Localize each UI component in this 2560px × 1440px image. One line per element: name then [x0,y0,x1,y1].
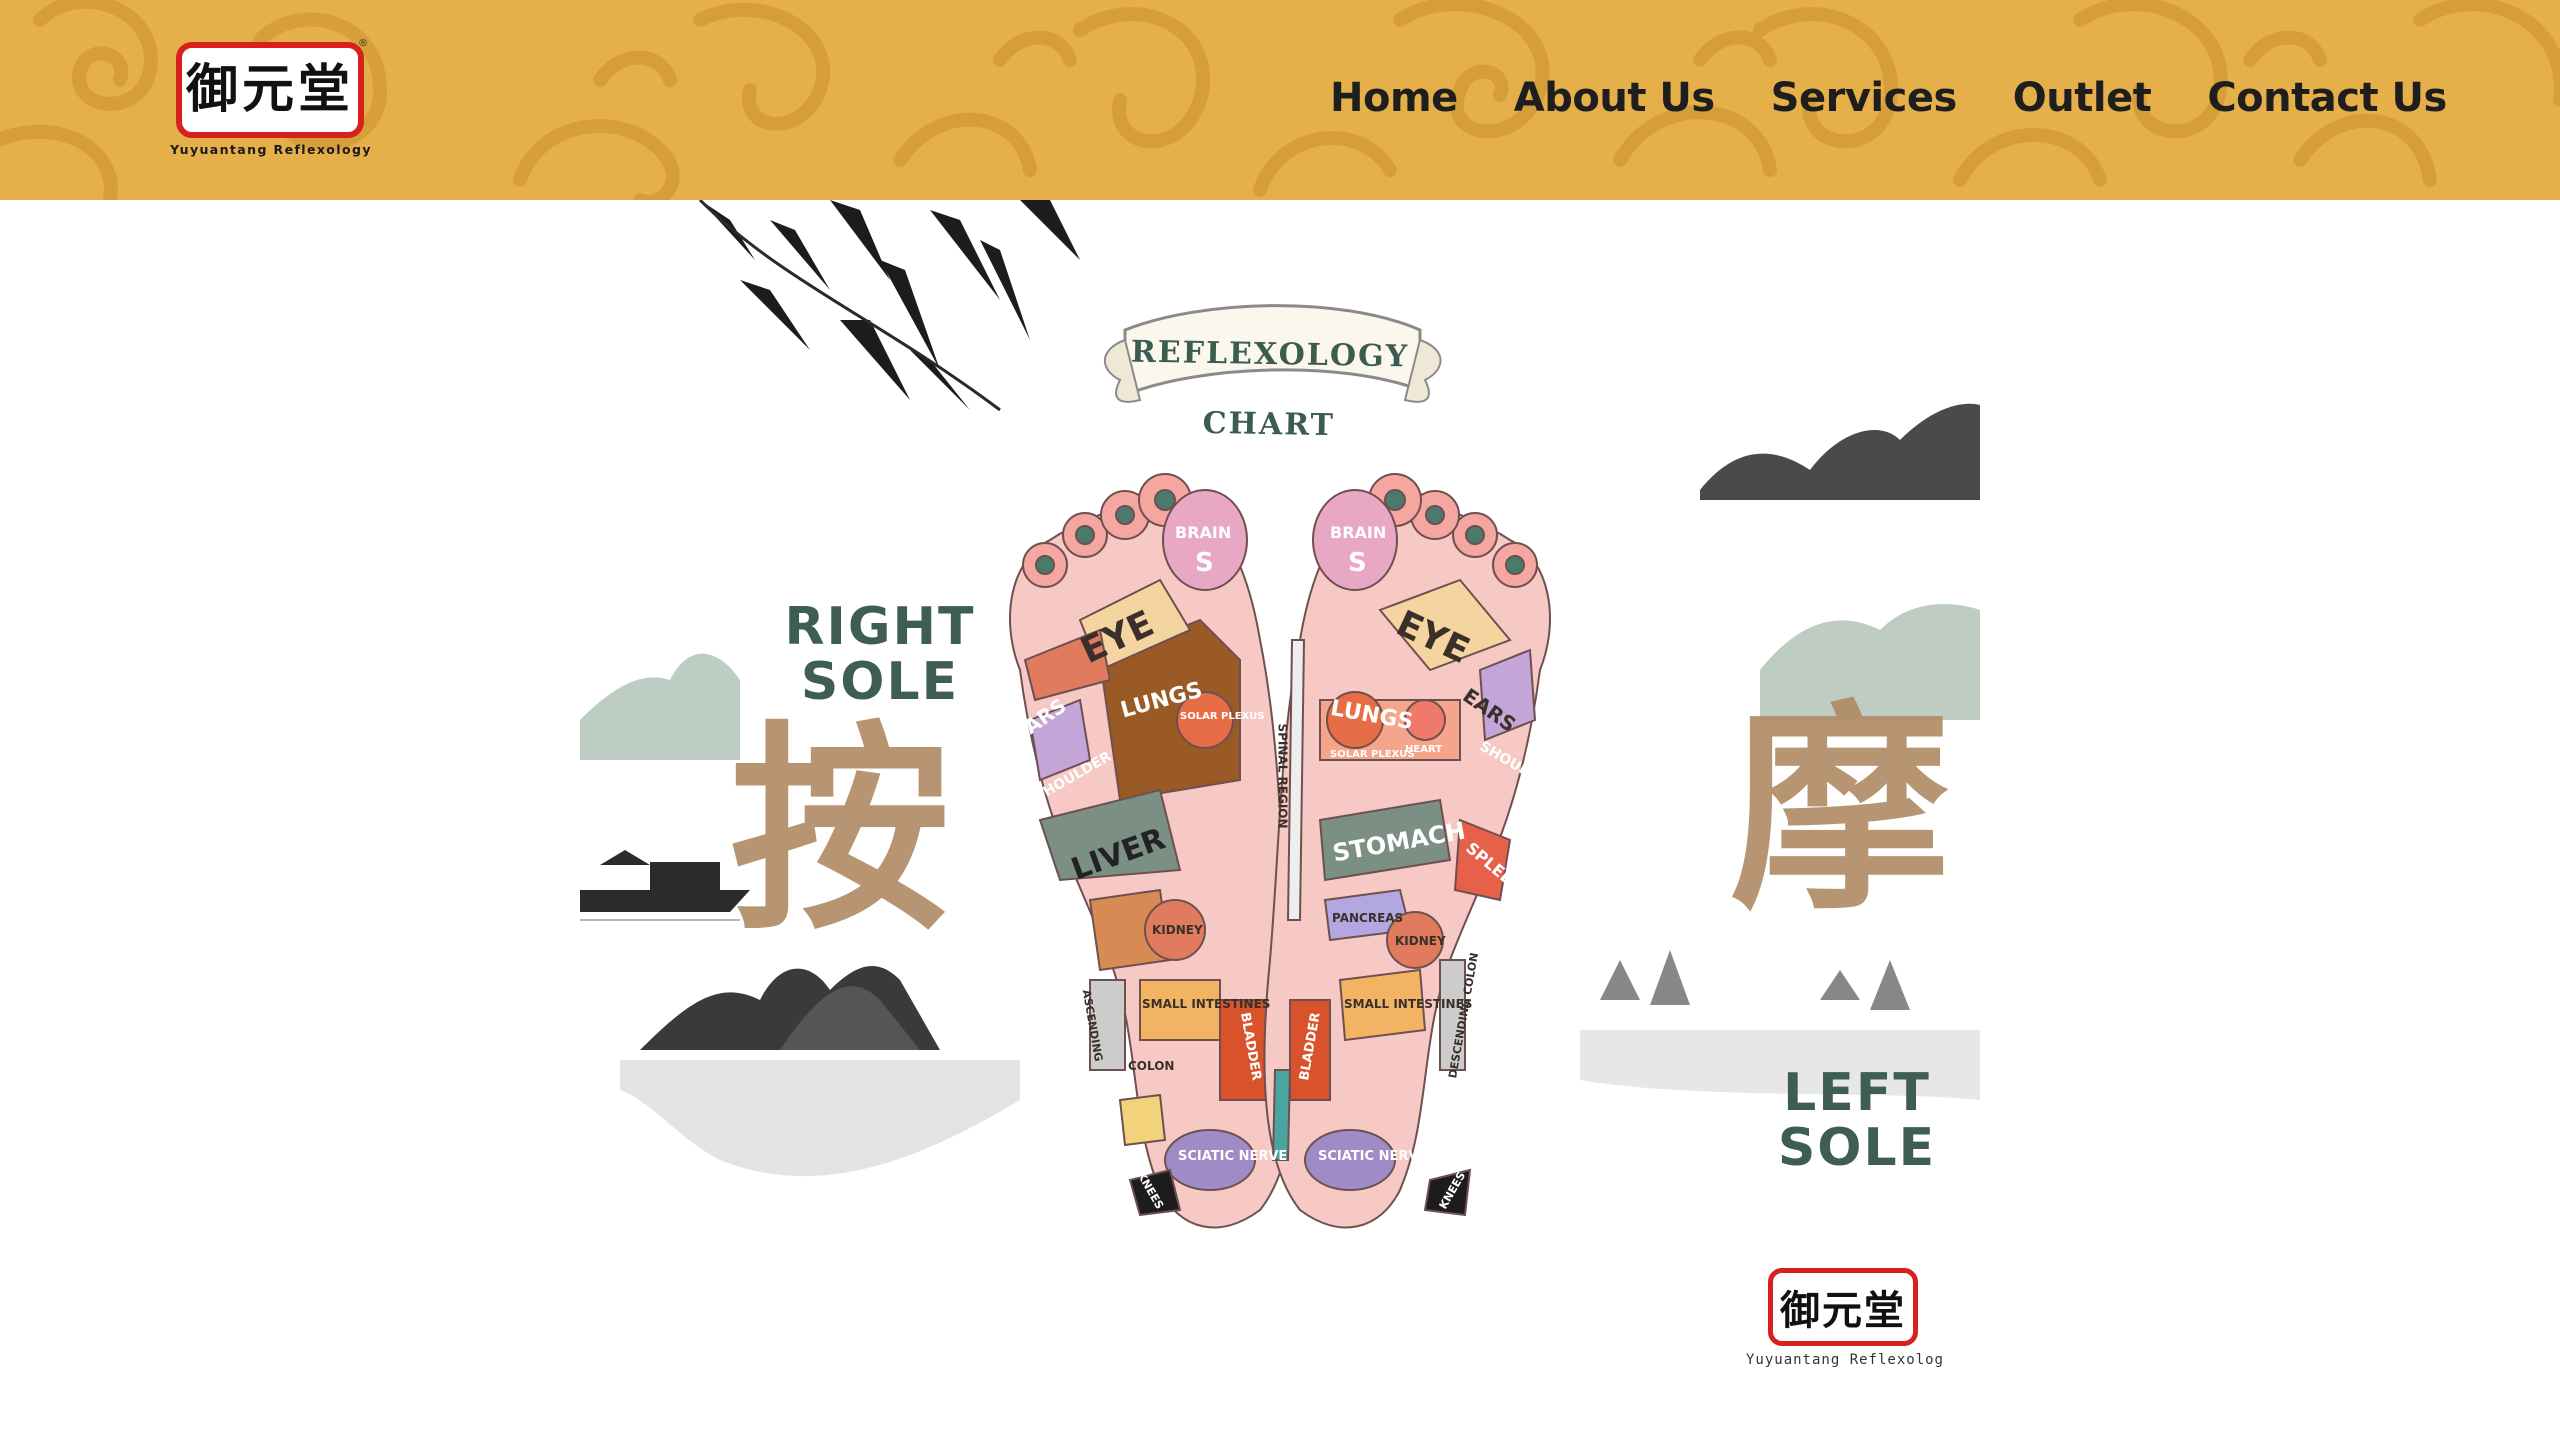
zone-kidney-left: KIDNEY [1395,934,1446,948]
zone-heart-left: HEART [1405,744,1443,755]
zone-spinal-region-left: SPINAL REGION [1275,723,1290,829]
nav-services[interactable]: Services [1771,68,1958,128]
zone-sciatic-nerve-left: SCIATIC NERVE [1318,1149,1428,1164]
zone-s-right: S [1195,548,1214,578]
mountains-left-misty [580,653,740,760]
zone-pancreas-left: PANCREAS [1332,911,1404,925]
zone-kidney-right: KIDNEY [1152,923,1203,937]
site-logo[interactable]: 御元堂 ® Yuyuantang Reflexology [168,38,374,162]
registered-mark: ® [358,38,368,49]
zone-brain-right: BRAIN [1175,523,1232,542]
chart-logo: 御元堂 Yuyuantang Reflexolog [1730,1268,1960,1378]
zone-sciatic-nerve-right: SCIATIC NERVE [1178,1149,1288,1164]
nav-contact-us[interactable]: Contact Us [2207,68,2447,128]
bamboo-leaves [700,200,1080,410]
mountains-left-ink [640,966,940,1050]
chart-logo-glyphs: 御元堂 [1780,1287,1906,1334]
trees-right [1600,950,1910,1010]
mountains-top-right [1700,403,1980,500]
chart-logo-caption: Yuyuantang Reflexolog [1745,1352,1944,1368]
calligraphy-mo: 摩 [1730,680,1951,939]
chart-logo-seal: 御元堂 [1768,1268,1918,1346]
left-sole-label: LEFT SOLE [1777,1063,1937,1178]
nav-about-us[interactable]: About Us [1514,68,1715,128]
zone-small-intestines-right: SMALL INTESTINES [1142,997,1271,1011]
zone-solar-plexus-right: SOLAR PLEXUS [1180,711,1265,722]
calligraphy-an: 按 [730,700,951,959]
nav-outlet[interactable]: Outlet [2013,68,2152,128]
logo-seal: 御元堂 [176,42,364,138]
reflection-left [620,1060,1020,1177]
zone-colon-right: COLON [1128,1059,1175,1073]
nav-home[interactable]: Home [1330,68,1458,128]
right-sole-label: RIGHT SOLE [784,597,976,712]
logo-glyphs: 御元堂 [185,59,354,120]
zone-small-intestines-left: SMALL INTESTINES [1344,997,1473,1011]
reflexology-chart-image: REFLEXOLOGY CHART RIGHT SOLE LEFT SOLE 按… [580,200,1980,1400]
boat [580,850,750,912]
site-header: 御元堂 ® Yuyuantang Reflexology Home About … [0,0,2560,200]
main-nav: Home About Us Services Outlet Contact Us [1330,68,2447,128]
zone-solar-plexus-left: SOLAR PLEXUS [1330,749,1415,760]
zone-s-left: S [1348,548,1367,578]
zone-brain-left: BRAIN [1330,523,1387,542]
logo-caption: Yuyuantang Reflexology [170,142,372,157]
chart-title: REFLEXOLOGY CHART [1130,334,1410,444]
